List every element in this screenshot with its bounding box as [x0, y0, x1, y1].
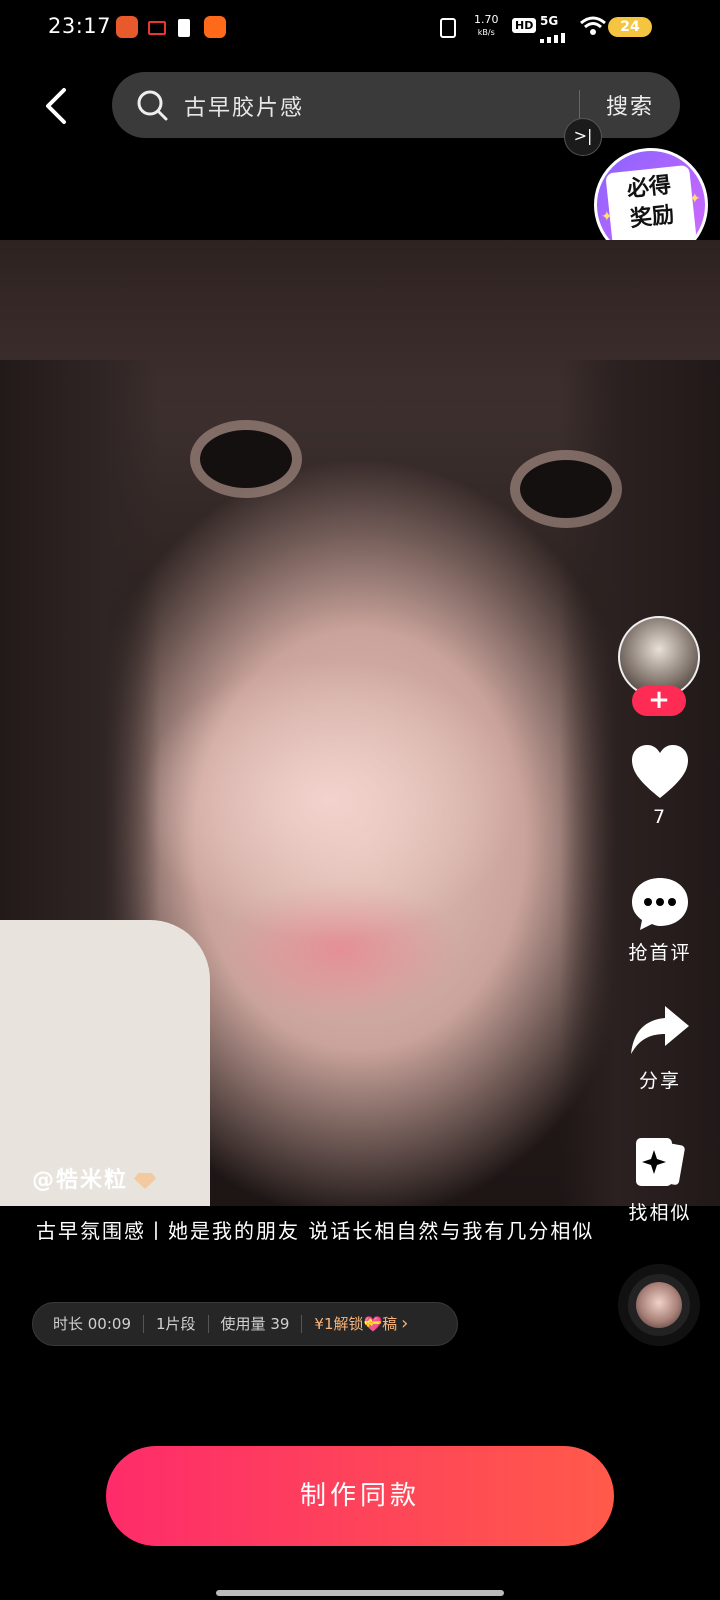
search-button[interactable]: 搜索: [606, 89, 654, 121]
tomato-app-icon: [116, 16, 138, 38]
share-label: 分享: [638, 1070, 681, 1092]
music-disc[interactable]: [618, 1264, 700, 1346]
like-count: 7: [652, 806, 668, 828]
post-description: 古早氛围感丨她是我的朋友 说话长相自然与我有几分相似: [36, 1219, 595, 1243]
make-same-button[interactable]: 制作同款: [106, 1446, 614, 1546]
video-camera-icon: [148, 21, 166, 35]
usage-count: 使用量 39: [207, 1315, 302, 1333]
follow-button[interactable]: +: [632, 686, 686, 716]
similar-cards-icon: [636, 1138, 685, 1186]
like-button[interactable]: 7: [610, 744, 710, 828]
duration: 时长 00:09: [53, 1315, 131, 1333]
diamond-badge-icon: [134, 1173, 157, 1189]
search-divider: [579, 90, 580, 120]
segment-count: 1片段: [143, 1315, 208, 1333]
find-similar-button[interactable]: 找相似: [610, 1134, 710, 1225]
battery-indicator: 24: [608, 17, 652, 37]
app-notification-icon: [204, 16, 226, 38]
search-icon: [137, 90, 168, 121]
comment-label: 抢首评: [628, 942, 692, 964]
battery-saver-icon: [178, 19, 190, 37]
share-button[interactable]: 分享: [610, 1004, 710, 1093]
author-name[interactable]: @牿米粒: [32, 1162, 157, 1194]
network-type: 5G: [540, 14, 559, 28]
photo-eye-right: [520, 460, 612, 518]
back-button[interactable]: [38, 86, 74, 126]
network-speed-value: 1.70: [474, 13, 499, 26]
wifi-icon: [580, 16, 606, 40]
comment-button[interactable]: 抢首评: [610, 876, 710, 965]
chevron-right-icon: ›: [401, 1313, 409, 1334]
network-speed: 1.70 kB/s: [474, 14, 499, 39]
search-input[interactable]: 古早胶片感: [184, 90, 304, 122]
home-indicator[interactable]: [216, 1590, 504, 1596]
collapse-panel-button[interactable]: >|: [564, 118, 602, 156]
author-handle: @牿米粒: [32, 1168, 129, 1193]
unlock-text: ¥1解锁💝稿: [314, 1315, 398, 1333]
status-bar: 23:17 1.70 kB/s HD 5G 24: [0, 0, 720, 56]
signal-icon: [540, 28, 566, 43]
photo-eye-left: [200, 430, 292, 488]
music-cover: [636, 1282, 682, 1328]
comment-bubble-icon: [632, 878, 688, 930]
heart-icon: [632, 745, 688, 798]
chevron-left-icon: [46, 88, 66, 124]
network-speed-unit: kB/s: [477, 28, 495, 37]
share-arrow-icon: [631, 1006, 689, 1054]
vibrate-icon: [440, 18, 456, 38]
hd-badge: HD: [512, 18, 537, 33]
reward-badge-text: 必得 奖励: [605, 164, 697, 250]
sparkle-icon: ✦: [689, 191, 701, 207]
template-info-pill[interactable]: 时长 00:09 1片段 使用量 39 ¥1解锁💝稿 ›: [32, 1302, 458, 1346]
status-time: 23:17: [48, 14, 112, 38]
find-similar-label: 找相似: [628, 1202, 692, 1224]
unlock-price[interactable]: ¥1解锁💝稿 ›: [301, 1315, 420, 1333]
sparkle-icon: ✦: [601, 209, 613, 225]
